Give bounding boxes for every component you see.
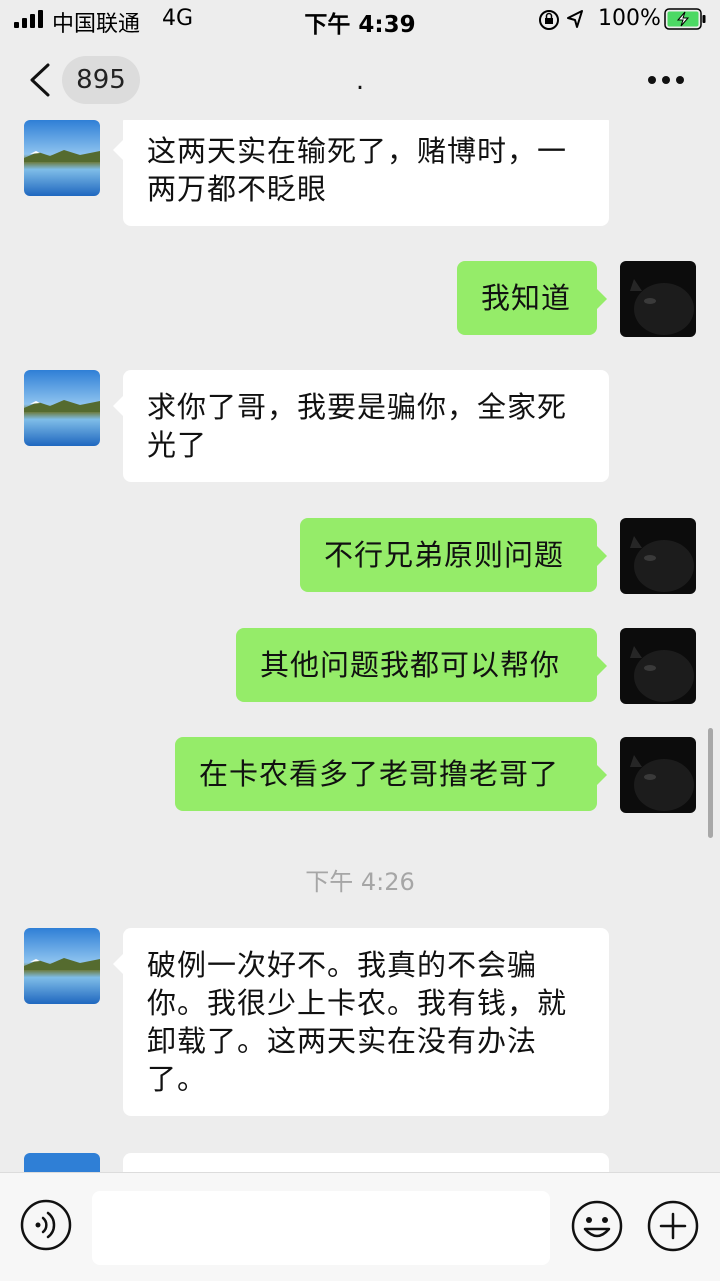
contact-avatar[interactable]: [24, 120, 100, 196]
sent-message-bubble[interactable]: 在卡农看多了老哥撸老哥了: [175, 737, 607, 811]
status-bar: 中国联通 4G 下午 4:39 100%: [0, 0, 720, 40]
contact-avatar[interactable]: [24, 1153, 100, 1172]
emoji-icon[interactable]: [570, 1199, 624, 1253]
chat-header: 895 .: [0, 40, 720, 120]
my-avatar[interactable]: [620, 628, 696, 704]
message-input[interactable]: [92, 1191, 550, 1265]
sent-message-bubble[interactable]: 其他问题我都可以帮你: [236, 628, 607, 702]
message-list[interactable]: 这两天实在输死了，赌博时，一两万都不眨眼 我知道 求你了哥，我要是骗你，全家死光…: [0, 120, 720, 1172]
my-avatar[interactable]: [620, 261, 696, 337]
battery-icon: [664, 8, 706, 30]
voice-icon[interactable]: [20, 1199, 72, 1251]
sent-message-bubble[interactable]: 不行兄弟原则问题: [300, 518, 607, 592]
received-message-bubble[interactable]: 破例一次好不。我真的不会骗你。我很少上卡农。我有钱，就卸载了。这两天实在没有办法…: [113, 928, 609, 1116]
received-message-bubble[interactable]: [123, 1153, 609, 1172]
received-message-bubble[interactable]: 求你了哥，我要是骗你，全家死光了: [113, 370, 609, 482]
battery-percent: 100%: [598, 6, 661, 31]
chat-title: .: [355, 66, 365, 96]
contact-avatar[interactable]: [24, 370, 100, 446]
plus-icon[interactable]: [646, 1199, 700, 1253]
contact-avatar[interactable]: [24, 928, 100, 1004]
more-icon[interactable]: [646, 76, 686, 86]
my-avatar[interactable]: [620, 737, 696, 813]
my-avatar[interactable]: [620, 518, 696, 594]
sent-message-bubble[interactable]: 我知道: [457, 261, 607, 335]
rotation-lock-icon: [539, 10, 583, 30]
input-bar: [0, 1172, 720, 1281]
scrollbar[interactable]: [708, 728, 713, 838]
message-timestamp: 下午 4:26: [305, 868, 415, 896]
received-message-bubble[interactable]: 这两天实在输死了，赌博时，一两万都不眨眼: [113, 120, 609, 226]
